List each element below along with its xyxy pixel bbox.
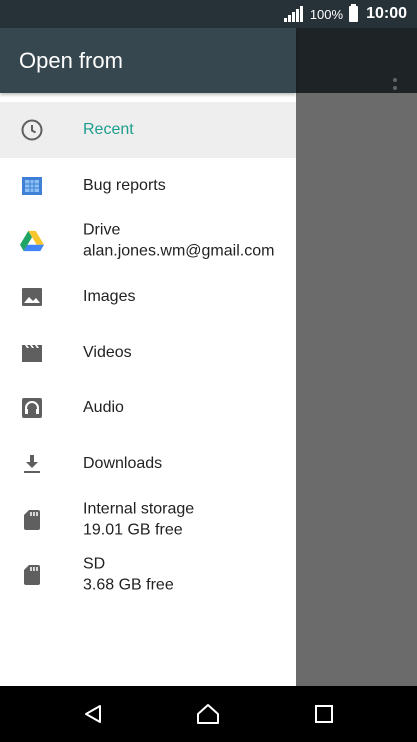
- navigation-bar: [0, 686, 417, 742]
- drawer-list: Recent Bug reports Drive alan.jones.wm@g…: [0, 93, 296, 603]
- status-bar: 100% 10:00: [0, 0, 417, 28]
- drawer-item-label: Drive: [83, 221, 121, 239]
- home-icon: [197, 704, 219, 724]
- drawer-header: Open from: [0, 28, 296, 93]
- drawer-scrim[interactable]: [296, 93, 417, 686]
- drawer-item-internal-storage[interactable]: Internal storage 19.01 GB free: [0, 492, 296, 548]
- back-icon: [85, 705, 101, 723]
- drawer-item-drive[interactable]: Drive alan.jones.wm@gmail.com: [0, 213, 296, 269]
- recents-icon: [315, 705, 333, 723]
- drawer-item-label: Internal storage: [83, 500, 195, 518]
- drawer-item-downloads[interactable]: Downloads: [0, 436, 296, 492]
- drawer-item-bug-reports[interactable]: Bug reports: [0, 158, 296, 214]
- recents-button[interactable]: [312, 702, 336, 726]
- drive-account-email: alan.jones.wm@gmail.com: [83, 242, 275, 260]
- storage-free-space: 19.01 GB free: [83, 521, 183, 539]
- video-icon: [20, 341, 44, 365]
- drawer-item-label: Audio: [83, 399, 124, 417]
- clock-icon: [20, 118, 44, 142]
- bug-reports-icon: [20, 174, 44, 198]
- back-button[interactable]: [81, 702, 105, 726]
- drawer-item-recent[interactable]: Recent: [0, 102, 296, 158]
- sd-card-icon: [20, 563, 44, 587]
- headphones-icon: [20, 396, 44, 420]
- download-icon: [20, 452, 44, 476]
- signal-icon: [283, 6, 303, 22]
- status-indicators: 100% 10:00: [283, 0, 407, 28]
- drawer-title: Open from: [19, 47, 123, 73]
- storage-free-space: 3.68 GB free: [83, 576, 174, 594]
- battery-icon: [349, 4, 359, 22]
- navigation-drawer: Open from Recent Bug reports Drive alan.…: [0, 28, 296, 686]
- drawer-item-label: SD: [83, 555, 106, 573]
- battery-percent: 100%: [309, 6, 344, 22]
- drawer-item-label: Downloads: [83, 454, 163, 472]
- drawer-item-sd[interactable]: SD 3.68 GB free: [0, 548, 296, 604]
- home-button[interactable]: [196, 702, 220, 726]
- drawer-item-label: Images: [83, 287, 136, 305]
- sd-card-icon: [20, 508, 44, 532]
- background-toolbar: [296, 28, 417, 98]
- drawer-item-label: Bug reports: [83, 176, 166, 194]
- clock: 10:00: [366, 5, 407, 22]
- drawer-item-label: Videos: [83, 343, 132, 361]
- drawer-item-images[interactable]: Images: [0, 269, 296, 325]
- drawer-item-audio[interactable]: Audio: [0, 380, 296, 436]
- drawer-item-label: Recent: [83, 120, 134, 138]
- google-drive-icon: [20, 229, 44, 253]
- drawer-item-videos[interactable]: Videos: [0, 325, 296, 381]
- image-icon: [20, 285, 44, 309]
